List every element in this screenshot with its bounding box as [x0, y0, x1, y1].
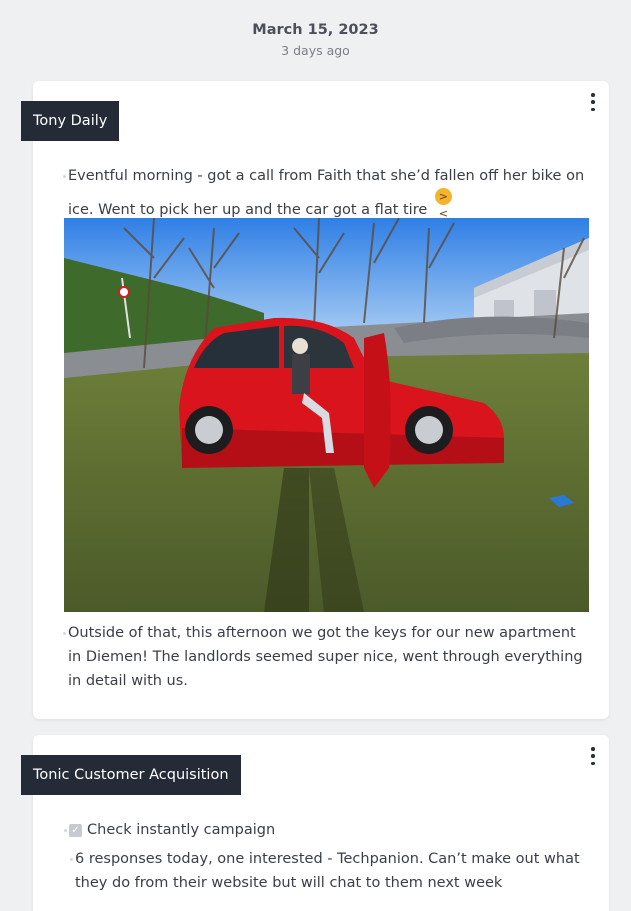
- text-block[interactable]: Outside of that, this afternoon we got t…: [63, 621, 588, 693]
- block-text: Outside of that, this afternoon we got t…: [68, 625, 583, 689]
- block-text: 6 responses today, one interested - Tech…: [75, 851, 580, 891]
- journal-page: March 15, 2023 3 days ago Tony Daily Eve…: [0, 0, 631, 911]
- checkbox-icon[interactable]: ✓: [69, 823, 82, 837]
- todo-label: Check instantly campaign: [87, 822, 276, 838]
- page-tag[interactable]: Tony Daily: [21, 101, 120, 141]
- bullet-icon: [63, 175, 66, 178]
- bullet-icon: [63, 632, 66, 635]
- weary-face-emoji-icon: ><: [434, 188, 452, 220]
- bullet-icon: [70, 858, 73, 861]
- red-car-photo[interactable]: [64, 218, 589, 612]
- text-block[interactable]: 6 responses today, one interested - Tech…: [70, 847, 585, 895]
- block-text: Eventful morning - got a call from Faith…: [68, 168, 585, 218]
- page-tag[interactable]: Tonic Customer Acquisition: [21, 755, 241, 795]
- date-relative: 3 days ago: [281, 43, 350, 58]
- kebab-menu-icon[interactable]: [589, 747, 597, 765]
- date-group-header: March 15, 2023 3 days ago: [0, 22, 631, 58]
- todo-item[interactable]: ✓ Check instantly campaign: [64, 818, 275, 842]
- date-title: March 15, 2023: [252, 22, 379, 38]
- bullet-icon: [64, 828, 67, 832]
- kebab-menu-icon[interactable]: [589, 93, 597, 111]
- text-block[interactable]: Eventful morning - got a call from Faith…: [63, 164, 588, 222]
